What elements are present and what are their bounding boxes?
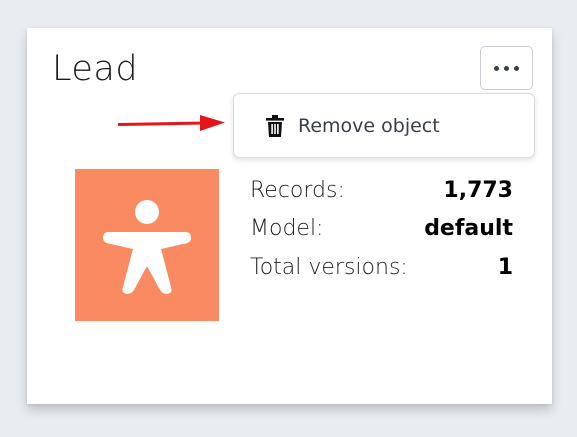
stat-row-total-versions: Total versions: 1: [250, 248, 513, 287]
page: Lead Remove object Records: 1,773 Model:…: [0, 0, 577, 437]
more-options-button[interactable]: [480, 46, 533, 90]
stat-value: 1,773: [443, 177, 513, 203]
stat-label: Total versions:: [250, 254, 408, 280]
trash-icon: [266, 115, 284, 137]
stat-value: 1: [497, 254, 513, 280]
stats-list: Records: 1,773 Model: default Total vers…: [250, 171, 513, 287]
stat-label: Model:: [250, 216, 324, 242]
person-star-icon: [103, 200, 191, 294]
card-title: Lead: [52, 49, 139, 89]
stat-value: default: [424, 216, 513, 242]
remove-object-menu-item[interactable]: Remove object: [234, 94, 534, 157]
stat-label: Records:: [250, 177, 345, 203]
stat-row-model: Model: default: [250, 210, 513, 249]
object-avatar: [75, 169, 219, 321]
more-horizontal-icon-dot: [494, 65, 499, 71]
stat-row-records: Records: 1,773: [250, 171, 513, 210]
object-card: Lead Remove object Records: 1,773 Model:…: [27, 28, 552, 404]
more-horizontal-icon-dot: [504, 65, 509, 71]
annotation-arrow-icon: [118, 115, 225, 131]
remove-object-label: Remove object: [298, 115, 440, 137]
options-dropdown: Remove object: [233, 93, 535, 158]
more-horizontal-icon-dot: [514, 65, 519, 71]
